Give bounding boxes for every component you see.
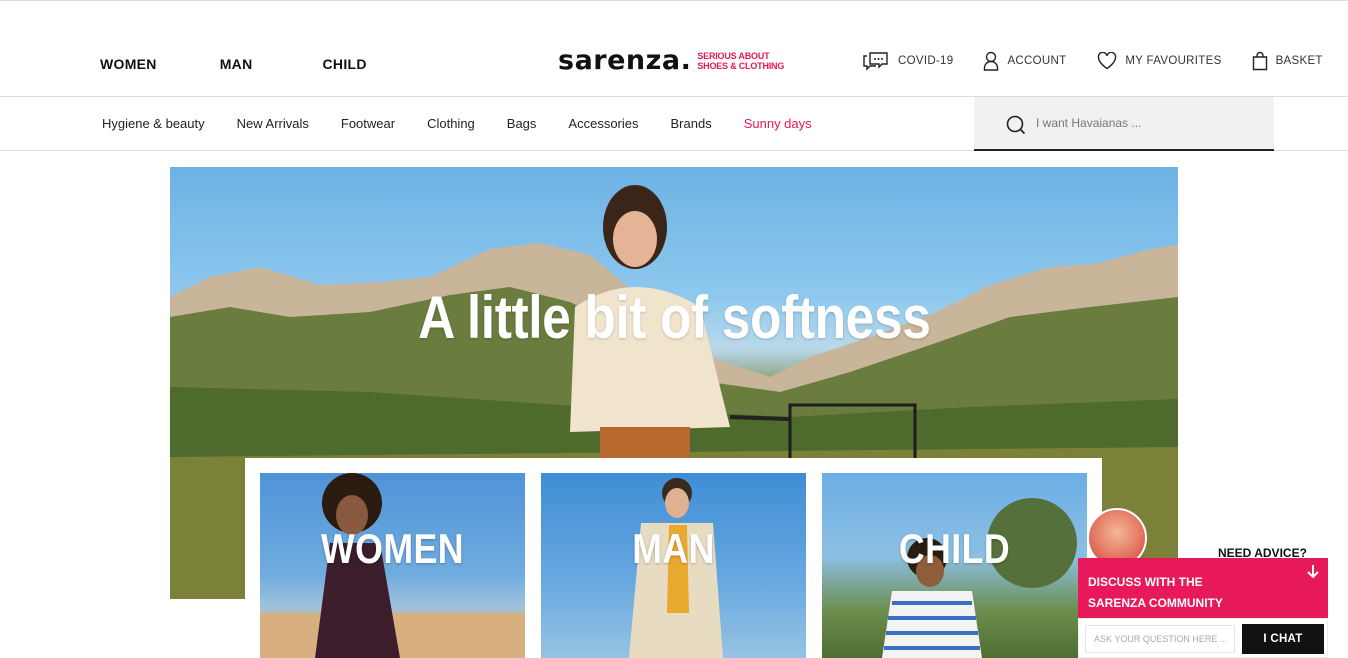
- cat-hygiene-beauty[interactable]: Hygiene & beauty: [102, 116, 205, 131]
- cat-new-arrivals[interactable]: New Arrivals: [237, 116, 309, 131]
- collapse-arrow-icon[interactable]: [1306, 564, 1320, 580]
- gender-nav: WOMEN MAN CHILD: [100, 56, 367, 72]
- category-card-child[interactable]: CHILD: [822, 473, 1087, 658]
- search-bar: [974, 97, 1274, 151]
- account-label: ACCOUNT: [1007, 55, 1067, 67]
- category-child-label: CHILD: [898, 525, 1011, 572]
- heart-icon: [1098, 52, 1117, 70]
- cat-sunny-days[interactable]: Sunny days: [744, 116, 812, 131]
- chat-headline: DISCUSS WITH THE SARENZA COMMUNITY: [1088, 572, 1268, 614]
- logo-tagline-line1: SERIOUS ABOUT: [697, 50, 770, 61]
- logo-tagline-line2: SHOES & CLOTHING: [697, 60, 785, 71]
- logo-tagline: SERIOUS ABOUT SHOES & CLOTHING: [697, 51, 784, 71]
- favourites-link[interactable]: MY FAVOURITES: [1097, 52, 1221, 70]
- cat-clothing[interactable]: Clothing: [427, 116, 475, 131]
- chat-headline-line1: DISCUSS WITH THE: [1088, 575, 1203, 589]
- logo-wordmark: sarenza.: [558, 45, 692, 76]
- chat-widget: DISCUSS WITH THE SARENZA COMMUNITY: [1078, 558, 1328, 618]
- basket-link[interactable]: BASKET: [1252, 51, 1323, 71]
- chat-submit-button[interactable]: I CHAT: [1242, 624, 1324, 654]
- sarenza-logo[interactable]: sarenza. SERIOUS ABOUT SHOES & CLOTHING: [558, 47, 784, 74]
- basket-label: BASKET: [1275, 55, 1323, 67]
- nav-child-link[interactable]: CHILD: [323, 56, 367, 72]
- top-header: WOMEN MAN CHILD sarenza. SERIOUS ABOUT S…: [0, 0, 1348, 97]
- category-man-label: MAN: [632, 525, 715, 572]
- hero-title: A little bit of softness: [418, 284, 931, 351]
- search-icon[interactable]: [1005, 114, 1027, 136]
- chat-input-row: I CHAT: [1078, 618, 1328, 658]
- account-link[interactable]: ACCOUNT: [983, 51, 1066, 71]
- search-input[interactable]: [1036, 113, 1256, 133]
- favourites-label: MY FAVOURITES: [1125, 55, 1222, 67]
- user-icon: [984, 51, 999, 71]
- covid-label: COVID-19: [898, 55, 954, 67]
- header-utilities: COVID-19 ACCOUNT MY FAVOURITES BASKET: [862, 51, 1323, 71]
- cat-footwear[interactable]: Footwear: [341, 116, 395, 131]
- chat-bubbles-icon: [863, 52, 888, 71]
- cat-brands[interactable]: Brands: [671, 116, 712, 131]
- nav-man-link[interactable]: MAN: [220, 56, 253, 72]
- chat-question-input[interactable]: [1085, 625, 1235, 653]
- cat-accessories[interactable]: Accessories: [568, 116, 638, 131]
- category-women-label: WOMEN: [321, 525, 464, 572]
- category-card-man[interactable]: MAN: [541, 473, 806, 658]
- cat-bags[interactable]: Bags: [507, 116, 537, 131]
- shopping-bag-icon: [1252, 51, 1267, 71]
- nav-women-link[interactable]: WOMEN: [100, 56, 157, 72]
- covid-link[interactable]: COVID-19: [862, 51, 953, 71]
- chat-headline-line2: SARENZA COMMUNITY: [1088, 596, 1223, 610]
- category-card-women[interactable]: WOMEN: [260, 473, 525, 658]
